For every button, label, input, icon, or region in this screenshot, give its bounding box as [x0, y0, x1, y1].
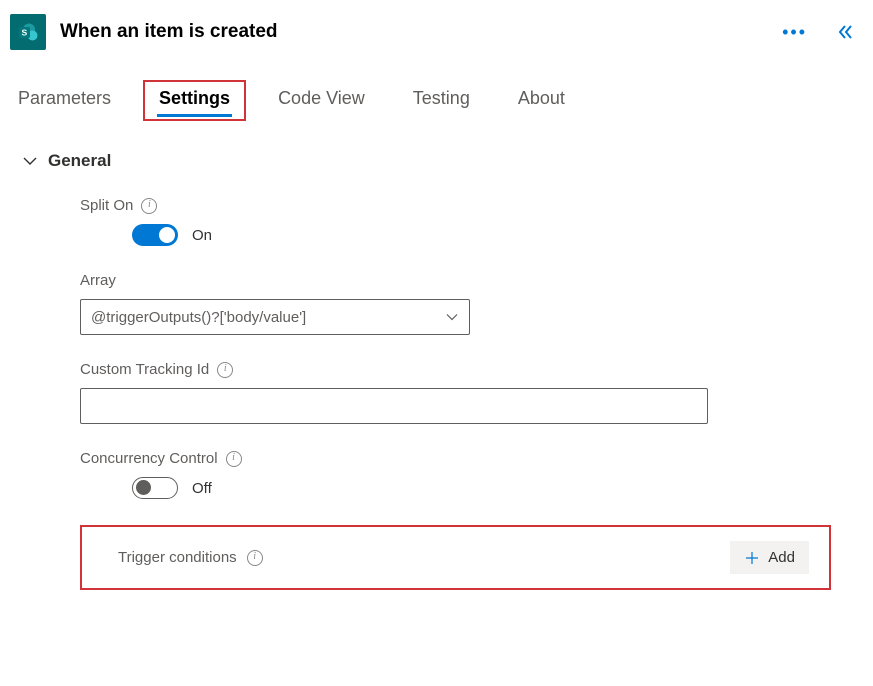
section-general-header[interactable]: General: [16, 151, 857, 171]
more-actions-button[interactable]: •••: [782, 22, 807, 43]
tab-about[interactable]: About: [514, 82, 569, 119]
card-header: S When an item is created •••: [0, 0, 873, 64]
info-icon[interactable]: [226, 451, 242, 467]
array-label: Array: [80, 272, 116, 289]
add-button-label: Add: [768, 549, 795, 566]
tab-testing[interactable]: Testing: [409, 82, 474, 119]
custom-tracking-input[interactable]: [80, 388, 708, 424]
tab-parameters[interactable]: Parameters: [14, 82, 115, 119]
field-concurrency: Concurrency Control Off: [80, 450, 857, 499]
split-on-label: Split On: [80, 197, 133, 214]
plus-icon: [744, 550, 760, 566]
field-trigger-conditions: Trigger conditions Add: [80, 525, 831, 590]
split-on-toggle[interactable]: [132, 224, 178, 246]
info-icon[interactable]: [247, 550, 263, 566]
info-icon[interactable]: [217, 362, 233, 378]
section-title: General: [48, 151, 111, 171]
tab-settings-label: Settings: [159, 88, 230, 108]
concurrency-state: Off: [192, 480, 212, 497]
tab-code-view[interactable]: Code View: [274, 82, 369, 119]
add-trigger-condition-button[interactable]: Add: [730, 541, 809, 574]
array-dropdown[interactable]: @triggerOutputs()?['body/value']: [80, 299, 470, 335]
field-split-on: Split On On: [80, 197, 857, 246]
trigger-conditions-label: Trigger conditions: [118, 549, 237, 566]
chevron-down-icon: [22, 153, 38, 169]
split-on-state: On: [192, 227, 212, 244]
field-array: Array @triggerOutputs()?['body/value']: [80, 272, 857, 335]
sharepoint-icon: S: [10, 14, 46, 50]
chevron-down-icon: [445, 310, 459, 324]
concurrency-toggle[interactable]: [132, 477, 178, 499]
header-title: When an item is created: [60, 21, 768, 43]
array-value: @triggerOutputs()?['body/value']: [91, 309, 306, 326]
tab-settings[interactable]: Settings: [155, 82, 234, 119]
field-custom-tracking: Custom Tracking Id: [80, 361, 857, 424]
svg-text:S: S: [21, 27, 27, 37]
collapse-panel-button[interactable]: [835, 22, 855, 42]
custom-tracking-label: Custom Tracking Id: [80, 361, 209, 378]
info-icon[interactable]: [141, 198, 157, 214]
tab-bar: Parameters Settings Code View Testing Ab…: [0, 64, 873, 119]
concurrency-label: Concurrency Control: [80, 450, 218, 467]
